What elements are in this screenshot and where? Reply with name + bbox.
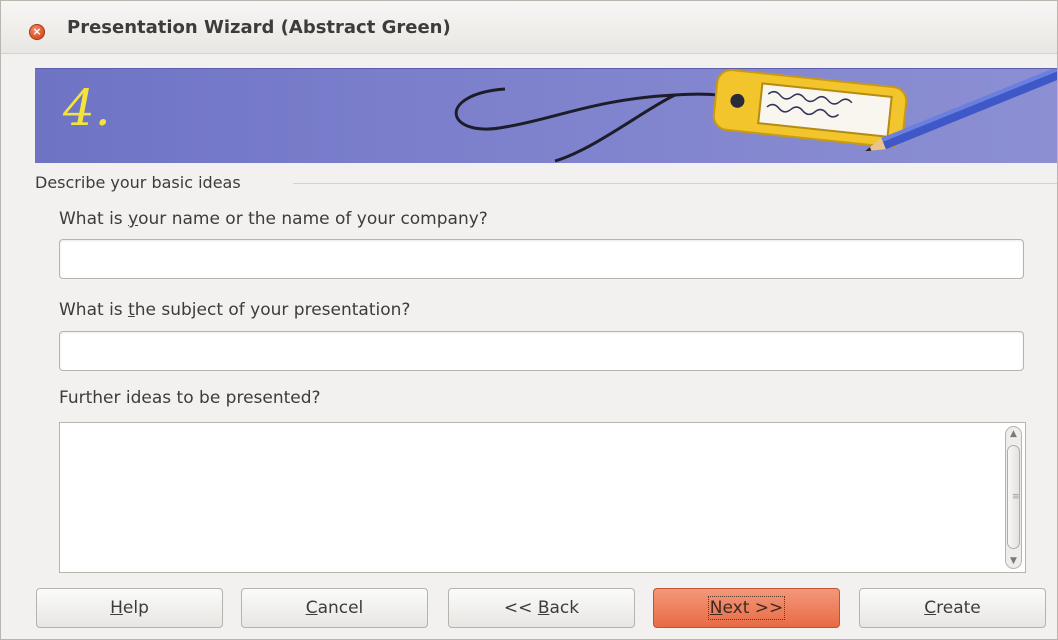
back-button[interactable]: << Back [448, 588, 635, 628]
grip-icon: ≡ [1012, 492, 1020, 502]
title-bar: × Presentation Wizard (Abstract Green) [1, 1, 1057, 54]
section-divider [293, 183, 1057, 184]
step-number: 4. [63, 79, 111, 137]
company-name-input[interactable] [59, 239, 1024, 279]
wizard-banner: 4. [35, 68, 1057, 163]
next-button-label: Next >> [707, 596, 786, 620]
help-button[interactable]: Help [36, 588, 223, 628]
presentation-wizard-window: × Presentation Wizard (Abstract Green) 4… [0, 0, 1058, 640]
section-title: Describe your basic ideas [35, 173, 241, 192]
close-icon[interactable]: × [29, 24, 45, 40]
next-button[interactable]: Next >> [653, 588, 840, 628]
chevron-down-icon[interactable]: ▼ [1006, 556, 1021, 566]
subject-input[interactable] [59, 331, 1024, 371]
subject-field-label: What is the subject of your presentation… [59, 300, 411, 320]
window-title: Presentation Wizard (Abstract Green) [67, 17, 451, 38]
chevron-up-icon[interactable]: ▲ [1006, 429, 1021, 439]
name-field-label: What is your name or the name of your co… [59, 209, 488, 229]
scrollbar-thumb[interactable]: ≡ [1007, 445, 1020, 549]
tag-illustration [454, 69, 1057, 163]
cancel-button[interactable]: Cancel [241, 588, 428, 628]
vertical-scrollbar[interactable]: ▲ ≡ ▼ [1005, 426, 1022, 569]
ideas-textarea[interactable]: ▲ ≡ ▼ [59, 422, 1026, 573]
create-button[interactable]: Create [859, 588, 1046, 628]
ideas-field-label: Further ideas to be presented? [59, 388, 321, 408]
